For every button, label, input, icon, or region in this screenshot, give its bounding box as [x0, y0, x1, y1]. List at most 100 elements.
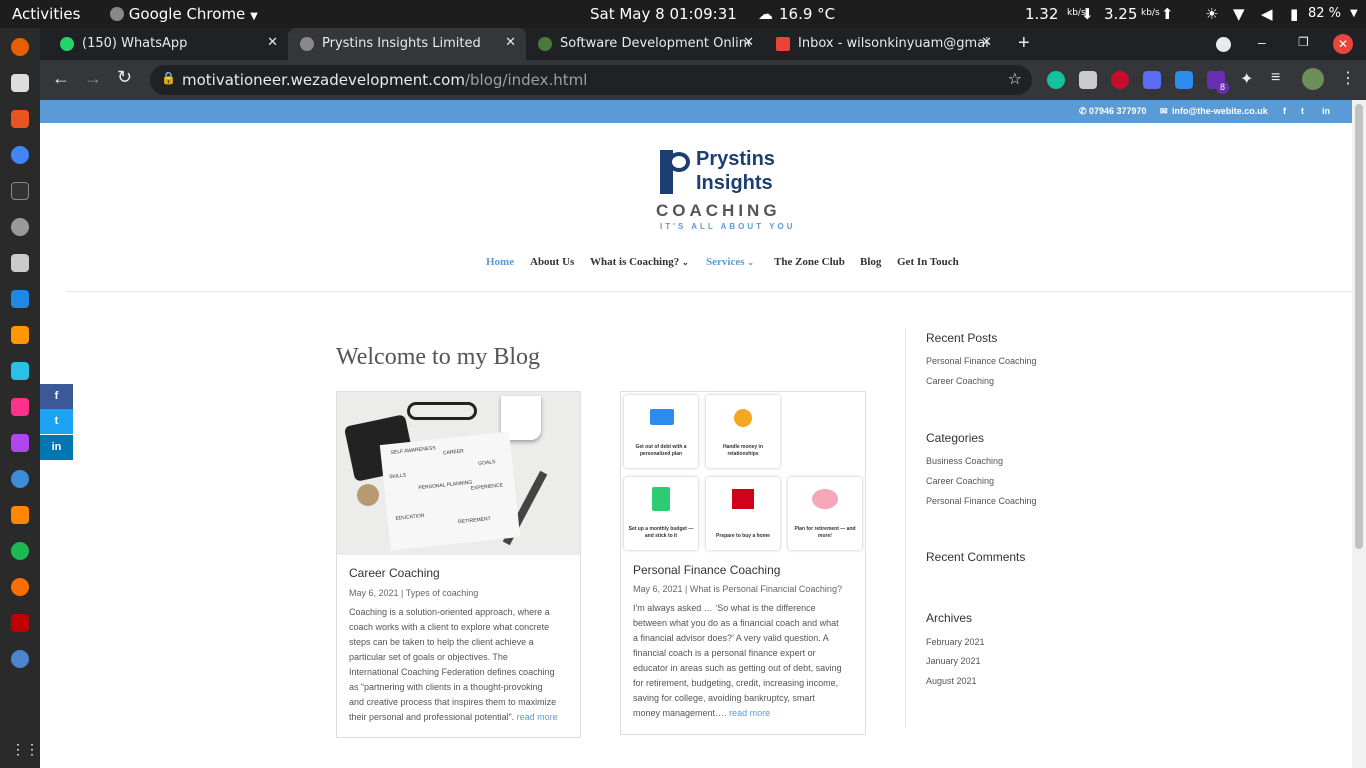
vlc-icon[interactable] [11, 506, 29, 524]
adblock-icon[interactable] [1111, 71, 1129, 89]
filezilla-icon[interactable] [11, 614, 29, 632]
extension-fl-icon[interactable] [1175, 71, 1193, 89]
extension-badge: 8 [1216, 81, 1229, 94]
close-tab-icon[interactable]: ✕ [267, 35, 278, 50]
qbittorrent-icon[interactable] [11, 650, 29, 668]
activities-button[interactable]: Activities [12, 5, 80, 23]
nav-get-in-touch[interactable]: Get In Touch [897, 256, 959, 268]
forward-icon[interactable]: → [84, 68, 102, 89]
tab-prystins[interactable]: Prystins Insights Limited ✕ [288, 28, 526, 60]
wifi-icon[interactable]: ▼ [1233, 5, 1245, 23]
clock[interactable]: Sat May 8 01:09:31 [590, 5, 737, 23]
archive-link[interactable]: August 2021 [926, 676, 977, 686]
recent-post-link[interactable]: Personal Finance Coaching [926, 356, 1037, 366]
share-linkedin-icon[interactable]: in [40, 435, 73, 460]
personal-finance-image[interactable]: Get out of debt with a personalized plan… [621, 392, 865, 552]
finance-tile: Plan for retirement — and more! [788, 477, 862, 550]
spotify-icon[interactable] [11, 542, 29, 560]
scrollbar-thumb[interactable] [1355, 104, 1363, 549]
phpstorm-icon[interactable] [11, 434, 29, 452]
weather-temp[interactable]: 16.9 °C [779, 5, 835, 23]
bookmark-star-icon[interactable]: ☆ [1008, 69, 1022, 88]
files-icon[interactable] [11, 74, 29, 92]
twitter-icon[interactable]: t [1301, 106, 1304, 116]
system-menu-chevron-icon[interactable]: ▼ [1350, 8, 1358, 19]
address-bar[interactable]: 🔒 motivationeer.wezadevelopment.com/blog… [150, 65, 1032, 95]
category-link[interactable]: Business Coaching [926, 456, 1003, 466]
intellij-icon[interactable] [11, 398, 29, 416]
share-facebook-icon[interactable]: f [40, 384, 73, 409]
app-icon[interactable] [11, 470, 29, 488]
read-more-link[interactable]: read more [729, 708, 770, 718]
media-control-icon[interactable]: ≡ [1271, 69, 1280, 87]
phone-number[interactable]: 07946 377970 [1089, 106, 1147, 116]
archive-link[interactable]: February 2021 [926, 637, 985, 647]
puzzle-icon[interactable]: ✦ [1240, 69, 1253, 89]
tab-whatsapp[interactable]: (150) WhatsApp ✕ [48, 28, 288, 60]
email-link[interactable]: info@the-webite.co.uk [1172, 106, 1268, 116]
nav-what-is-coaching[interactable]: What is Coaching? ⌄ [590, 256, 689, 268]
close-tab-icon[interactable]: ✕ [505, 35, 516, 50]
upload-unit: kb/s [1141, 8, 1160, 18]
software-icon[interactable] [11, 110, 29, 128]
firefox-icon[interactable] [11, 38, 29, 56]
recent-post-link[interactable]: Career Coaching [926, 376, 994, 386]
post-title[interactable]: Career Coaching [349, 566, 440, 580]
close-tab-icon[interactable]: ✕ [743, 35, 754, 50]
show-apps-icon[interactable]: ⋮⋮ [11, 740, 39, 758]
postman-icon[interactable] [11, 578, 29, 596]
battery-icon[interactable]: ▮ [1290, 5, 1298, 23]
tab-strip: (150) WhatsApp ✕ Prystins Insights Limit… [40, 28, 1366, 60]
grammarly-icon[interactable] [1047, 71, 1065, 89]
app-menu[interactable]: Google Chrome ▼ [110, 5, 258, 23]
zoom-icon[interactable] [1143, 71, 1161, 89]
extension-icon[interactable] [1079, 71, 1097, 89]
webstorm-icon[interactable] [11, 362, 29, 380]
share-twitter-icon[interactable]: t [40, 409, 73, 434]
web-page: ✆ 07946 377970 ✉ info@the-webite.co.uk f… [40, 100, 1366, 768]
site-logo[interactable]: Prystins Insights COACHING IT'S ALL ABOU… [656, 148, 796, 233]
archive-link[interactable]: January 2021 [926, 656, 981, 666]
nav-about-us[interactable]: About Us [530, 256, 574, 268]
post-category[interactable]: What is Personal Financial Coaching? [690, 584, 842, 594]
volume-icon[interactable]: ◀ [1261, 5, 1273, 23]
facebook-icon[interactable]: f [1283, 106, 1286, 116]
nav-blog[interactable]: Blog [860, 256, 881, 268]
minimize-icon[interactable]: – [1258, 34, 1266, 50]
finance-tile: Set up a monthly budget — and stick to i… [624, 477, 698, 550]
nav-home[interactable]: Home [486, 256, 514, 268]
avatar[interactable] [1302, 68, 1324, 90]
close-tab-icon[interactable]: ✕ [981, 35, 992, 50]
back-icon[interactable]: ← [52, 68, 70, 89]
post-category[interactable]: Types of coaching [406, 588, 479, 598]
vscode-icon[interactable] [11, 290, 29, 308]
post-title[interactable]: Personal Finance Coaching [633, 563, 780, 577]
reload-icon[interactable]: ↻ [117, 67, 132, 88]
read-more-link[interactable]: read more [517, 712, 558, 722]
new-tab-icon[interactable]: + [1018, 32, 1030, 55]
credit-card-icon [650, 409, 674, 425]
scrollbar[interactable] [1352, 100, 1366, 768]
chrome-menu-icon[interactable]: ⋮ [1340, 68, 1356, 88]
chrome-dock-icon[interactable] [11, 146, 29, 164]
settings-icon[interactable] [11, 218, 29, 236]
sidebar-divider [905, 328, 906, 728]
maximize-icon[interactable]: ❐ [1298, 35, 1309, 49]
screenshot-icon[interactable] [11, 254, 29, 272]
widget-title-categories: Categories [926, 431, 985, 445]
sublime-icon[interactable] [11, 326, 29, 344]
tab-gmail[interactable]: Inbox - wilsonkinyuam@gmail.co ✕ [764, 28, 1002, 60]
linkedin-icon[interactable]: in [1322, 106, 1330, 116]
category-link[interactable]: Career Coaching [926, 476, 994, 486]
upload-arrow-icon: ⬆ [1161, 5, 1174, 23]
tab-software[interactable]: Software Development Online | ✕ [526, 28, 764, 60]
close-window-icon[interactable]: ✕ [1333, 34, 1353, 54]
nav-services[interactable]: Services ⌄ [706, 256, 754, 268]
brightness-icon[interactable]: ☀ [1205, 5, 1218, 23]
battery-percent[interactable]: 82 % [1308, 6, 1341, 21]
career-coaching-image[interactable]: SELF AWARENESS CAREER GOALS PERSONAL PLA… [337, 392, 580, 555]
terminal-icon[interactable] [11, 182, 29, 200]
tab-search-icon[interactable] [1216, 37, 1231, 52]
category-link[interactable]: Personal Finance Coaching [926, 496, 1037, 506]
nav-zone-club[interactable]: The Zone Club [774, 256, 845, 268]
